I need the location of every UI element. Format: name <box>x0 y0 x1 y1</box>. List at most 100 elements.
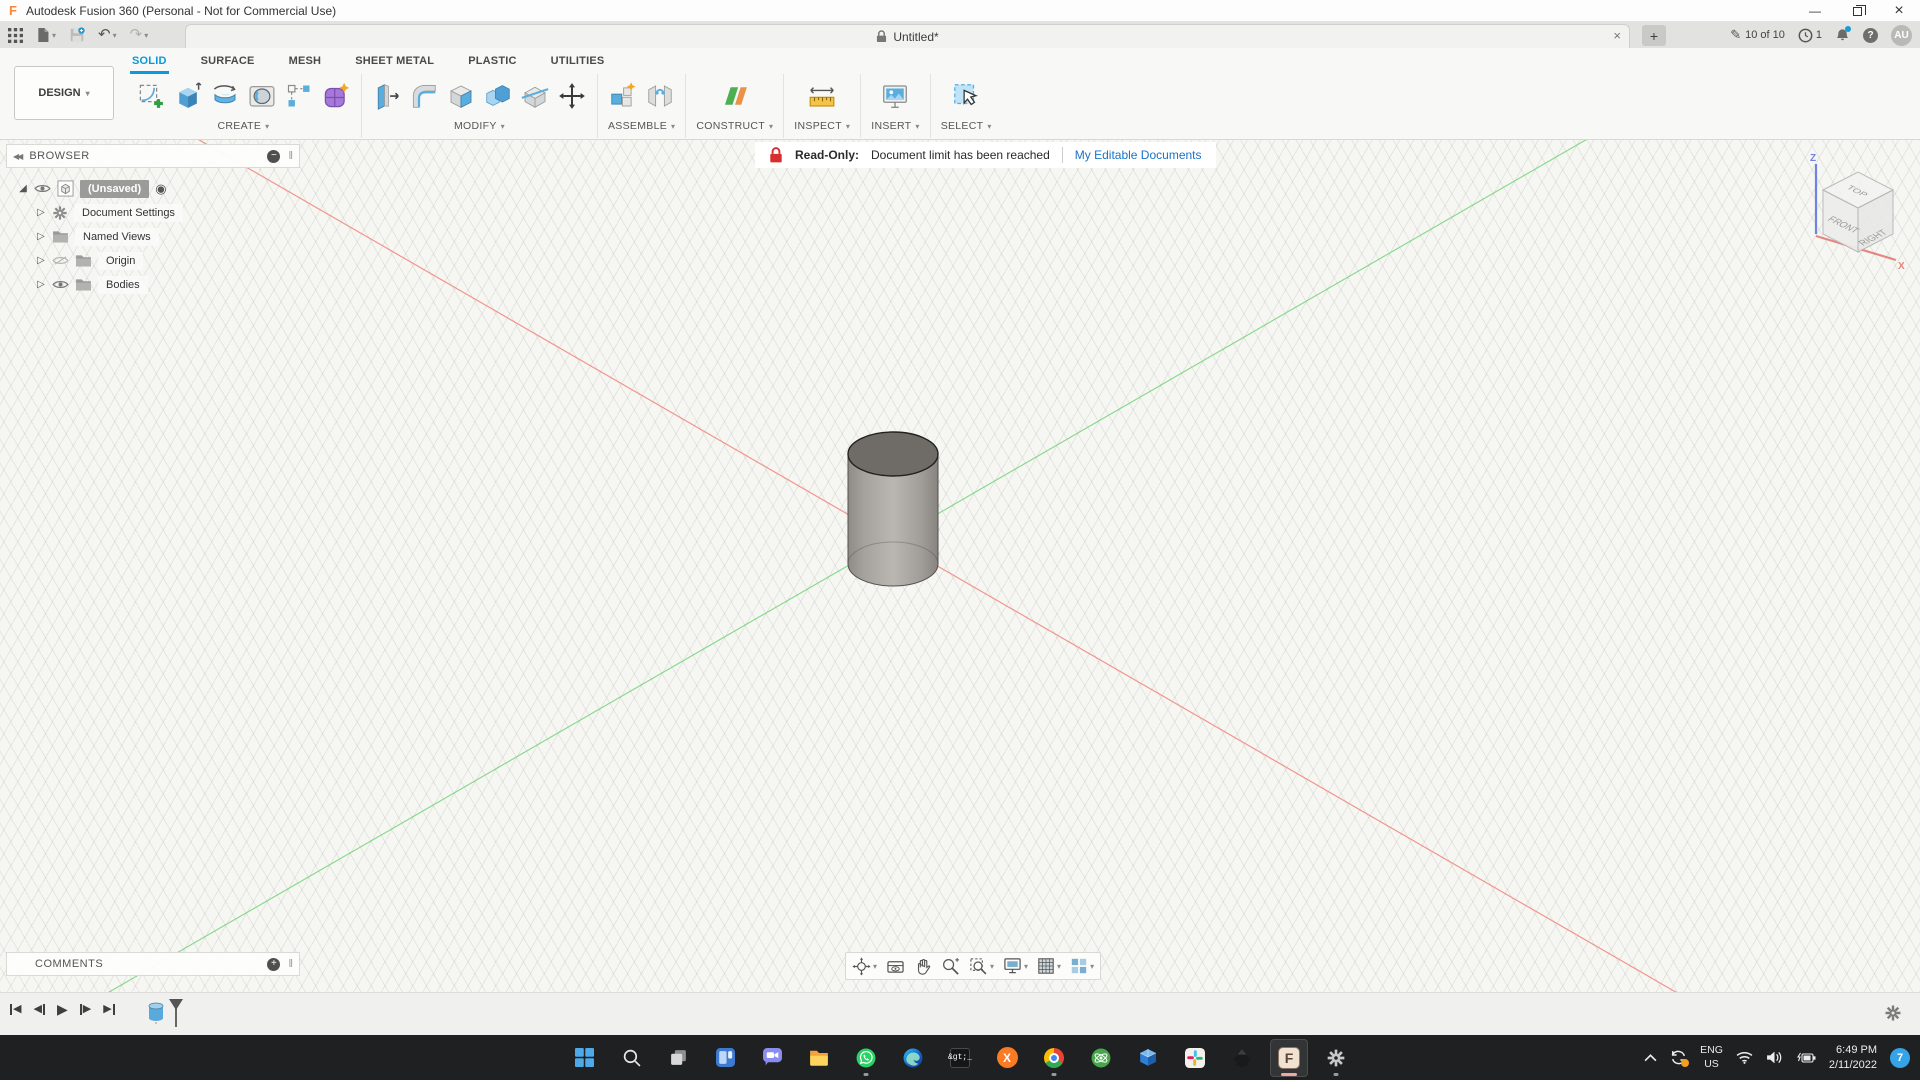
notification-center-badge[interactable]: 7 <box>1890 1048 1910 1068</box>
clock-datetime[interactable]: 6:49 PM 2/11/2022 <box>1829 1043 1877 1072</box>
edge-button[interactable] <box>894 1039 932 1077</box>
notifications-button[interactable] <box>1835 28 1850 43</box>
modify-dropdown[interactable]: MODIFY ▾ <box>454 118 505 134</box>
construct-plane-button[interactable] <box>720 81 750 111</box>
document-tab[interactable]: Untitled* × <box>185 24 1630 48</box>
press-pull-button[interactable] <box>372 81 402 111</box>
timeline-cylinder-feature[interactable] <box>146 999 168 1025</box>
my-editable-documents-link[interactable]: My Editable Documents <box>1075 148 1202 162</box>
editable-documents-counter[interactable]: ✎ 10 of 10 <box>1730 27 1785 43</box>
select-dropdown[interactable]: SELECT ▾ <box>941 118 992 134</box>
zoom-button[interactable] <box>941 957 960 976</box>
shell-button[interactable] <box>446 81 476 111</box>
expand-closed-icon[interactable]: ▷ <box>36 231 46 242</box>
battery-charging-icon[interactable] <box>1796 1052 1816 1064</box>
inkscape-button[interactable] <box>1223 1039 1261 1077</box>
go-to-end-button[interactable]: ▶ <box>103 1003 114 1015</box>
new-component-button[interactable] <box>608 81 638 111</box>
insert-dropdown[interactable]: INSERT ▾ <box>871 118 919 134</box>
create-form-button[interactable] <box>321 81 351 111</box>
app-grid-button[interactable] <box>8 28 23 43</box>
step-back-button[interactable]: ◀ <box>33 1003 44 1015</box>
grid-snap-button[interactable]: ▾ <box>1037 957 1061 975</box>
create-dropdown[interactable]: CREATE ▾ <box>218 118 270 134</box>
look-at-button[interactable] <box>886 958 905 975</box>
tree-row-named-views[interactable]: ▷ Named Views <box>6 225 300 248</box>
tree-row-root[interactable]: ◢ (Unsaved) ◉ <box>6 177 300 200</box>
panel-minus-button[interactable]: − <box>267 150 280 163</box>
user-avatar[interactable]: AU <box>1891 25 1912 46</box>
file-explorer-button[interactable] <box>800 1039 838 1077</box>
tree-row-bodies[interactable]: ▷ Bodies <box>6 273 300 296</box>
tab-sheet-metal[interactable]: SHEET METAL <box>353 52 436 74</box>
joint-button[interactable] <box>645 81 675 111</box>
comments-header[interactable]: COMMENTS + ‖ <box>6 952 300 976</box>
tab-utilities[interactable]: UTILITIES <box>549 52 607 74</box>
fillet-button[interactable] <box>409 81 439 111</box>
tab-plastic[interactable]: PLASTIC <box>466 52 518 74</box>
expand-closed-icon[interactable]: ▷ <box>36 207 46 218</box>
terminal-button[interactable]: &gt;_ <box>941 1039 979 1077</box>
add-comment-button[interactable]: + <box>267 958 280 971</box>
viewport-canvas[interactable]: TOP FRONT RIGHT Z X ◀◀ BROWSER − ‖ ◢ <box>0 140 1920 992</box>
undo-button[interactable]: ↶ ▾ <box>98 27 117 43</box>
visibility-eye-icon[interactable] <box>52 279 69 290</box>
expand-open-icon[interactable]: ◢ <box>18 183 28 194</box>
tab-surface[interactable]: SURFACE <box>199 52 257 74</box>
extrude-button[interactable] <box>173 81 203 111</box>
tree-row-document-settings[interactable]: ▷ Document Settings <box>6 201 300 224</box>
display-settings-button[interactable]: ▾ <box>1003 957 1028 975</box>
restore-button[interactable] <box>1836 0 1878 22</box>
move-copy-button[interactable] <box>557 81 587 111</box>
chrome-button[interactable] <box>1035 1039 1073 1077</box>
job-status-button[interactable]: 1 <box>1798 28 1822 43</box>
select-button[interactable] <box>951 81 981 111</box>
measure-button[interactable] <box>807 81 837 111</box>
activate-component-radio[interactable]: ◉ <box>155 181 166 197</box>
timeline-position-marker[interactable] <box>168 999 184 1029</box>
panel-grip[interactable]: ‖ <box>288 958 293 970</box>
wifi-icon[interactable] <box>1736 1051 1753 1064</box>
fit-button[interactable]: ▾ <box>969 957 994 976</box>
panel-grip[interactable]: ‖ <box>288 150 293 162</box>
file-menu-button[interactable]: ▾ <box>36 27 56 43</box>
play-button[interactable]: ▶ <box>57 1003 68 1015</box>
browser-header[interactable]: ◀◀ BROWSER − ‖ <box>6 144 300 168</box>
new-tab-button[interactable]: + <box>1642 25 1666 46</box>
pan-button[interactable] <box>914 957 932 976</box>
minimize-button[interactable]: — <box>1794 0 1836 22</box>
redo-button[interactable]: ↷ ▾ <box>130 27 149 43</box>
tray-chevron-up-icon[interactable] <box>1644 1054 1657 1062</box>
tree-item-label[interactable]: Origin <box>98 252 143 270</box>
close-button[interactable]: × <box>1878 0 1920 22</box>
start-button[interactable] <box>565 1039 603 1077</box>
3d-builder-button[interactable] <box>1129 1039 1167 1077</box>
tab-close-button[interactable]: × <box>1613 28 1621 43</box>
revolve-button[interactable] <box>210 81 240 111</box>
whatsapp-button[interactable] <box>847 1039 885 1077</box>
widgets-button[interactable] <box>706 1039 744 1077</box>
tab-mesh[interactable]: MESH <box>287 52 324 74</box>
expand-closed-icon[interactable]: ▷ <box>36 255 46 266</box>
hole-button[interactable] <box>247 81 277 111</box>
workspace-selector[interactable]: DESIGN ▾ <box>14 66 114 120</box>
expand-closed-icon[interactable]: ▷ <box>36 279 46 290</box>
chat-button[interactable] <box>753 1039 791 1077</box>
step-forward-button[interactable]: ▶ <box>80 1003 91 1015</box>
update-sync-button[interactable] <box>1670 1049 1687 1066</box>
save-button[interactable] <box>69 27 85 43</box>
xampp-button[interactable]: X <box>988 1039 1026 1077</box>
visibility-eye-icon[interactable] <box>34 183 51 194</box>
visibility-off-eye-icon[interactable] <box>52 255 69 266</box>
viewports-button[interactable]: ▾ <box>1070 957 1094 975</box>
cylinder-body[interactable] <box>830 418 960 598</box>
language-indicator[interactable]: ENG US <box>1700 1044 1723 1070</box>
create-sketch-button[interactable] <box>136 81 166 111</box>
go-to-start-button[interactable]: ◀ <box>10 1003 21 1015</box>
slack-button[interactable] <box>1176 1039 1214 1077</box>
fusion360-taskbar-button[interactable]: F <box>1270 1039 1308 1077</box>
tab-solid[interactable]: SOLID <box>130 52 169 74</box>
green-atom-app-button[interactable] <box>1082 1039 1120 1077</box>
combine-button[interactable] <box>483 81 513 111</box>
pattern-button[interactable] <box>284 81 314 111</box>
